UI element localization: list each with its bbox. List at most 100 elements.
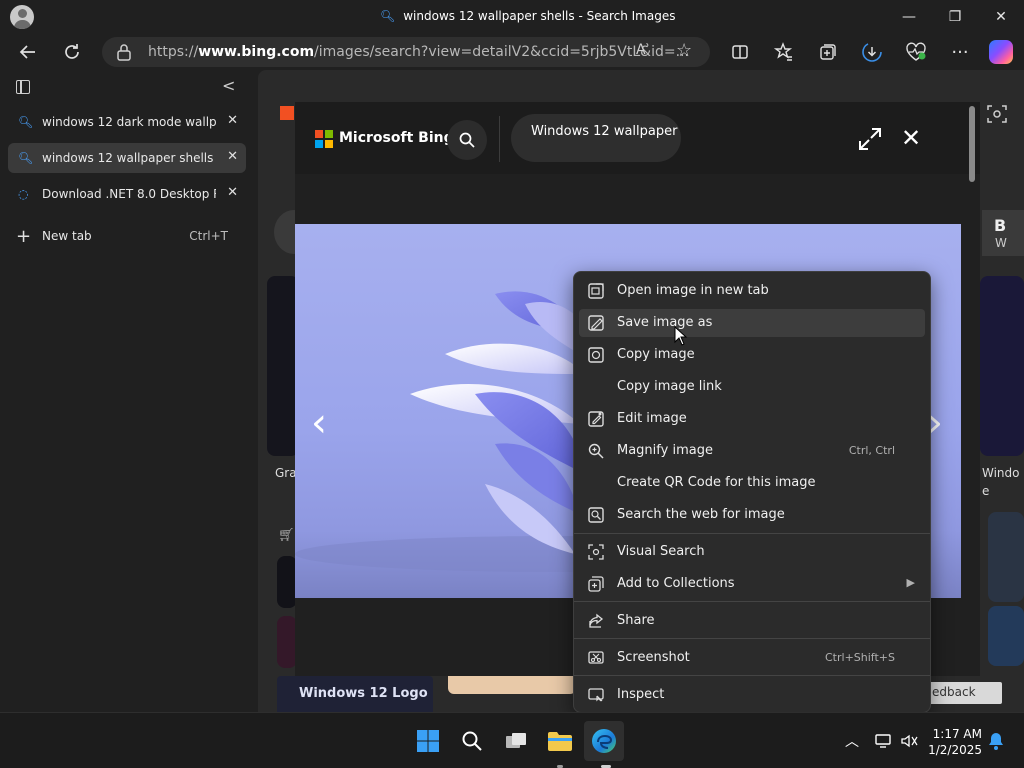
taskbar-search-button[interactable] (452, 721, 492, 761)
image-context-menu: Open image in new tab Save image as Copy… (573, 271, 931, 713)
downloads-icon[interactable] (858, 38, 886, 66)
open-new-tab-icon (588, 283, 604, 299)
overlay-scrollbar[interactable] (969, 106, 975, 182)
task-view-icon (506, 733, 526, 748)
url-text[interactable]: https://www.bing.com/images/search?view=… (148, 44, 689, 60)
edge-logo-icon (592, 729, 616, 753)
menu-separator (574, 601, 930, 602)
more-options-icon[interactable]: ··· (946, 38, 974, 66)
menu-item-edit-image[interactable]: Edit image (579, 405, 925, 433)
refresh-icon[interactable] (58, 38, 86, 66)
notifications-bell-icon[interactable] (978, 721, 1014, 761)
split-screen-icon[interactable] (726, 38, 754, 66)
tab-item[interactable]: 🔍︎ windows 12 dark mode wallpaper ✕ (8, 107, 246, 137)
result-thumbnail[interactable] (277, 616, 297, 668)
feedback-button[interactable]: edback (928, 682, 1002, 704)
tab-actions-icon[interactable] (16, 80, 30, 94)
task-view-button[interactable] (496, 721, 536, 761)
copy-image-icon (588, 347, 604, 363)
menu-item-magnify-image[interactable]: Magnify image Ctrl, Ctrl (579, 437, 925, 465)
back-arrow-icon[interactable] (14, 38, 42, 66)
search-icon (462, 731, 482, 751)
close-window-button[interactable]: ✕ (981, 4, 1021, 30)
menu-separator (574, 638, 930, 639)
menu-item-copy-image-link[interactable]: Copy image link (579, 373, 925, 401)
new-tab-button[interactable]: + New tab Ctrl+T (16, 226, 238, 247)
loading-icon: ◌ (18, 187, 29, 201)
window-title: 🔍︎ windows 12 wallpaper shells - Search … (380, 9, 676, 23)
folder-icon (548, 732, 572, 751)
result-caption[interactable]: Windo e (982, 464, 1020, 500)
menu-item-inspect[interactable]: Inspect (579, 681, 925, 709)
favorite-star-icon[interactable]: ☆ (676, 40, 692, 61)
menu-item-screenshot[interactable]: Screenshot Ctrl+Shift+S (579, 644, 925, 672)
minimize-button[interactable]: — (889, 4, 929, 30)
copilot-icon[interactable] (989, 40, 1013, 64)
read-aloud-icon[interactable]: Aʾ (636, 42, 650, 58)
result-thumbnail[interactable] (980, 276, 1024, 456)
overlay-header: Microsoft Bing Windows 12 wallpaper ✕ (295, 102, 980, 174)
previous-image-icon[interactable]: ‹ (311, 400, 327, 446)
search-favicon-icon: 🔍︎ (380, 9, 396, 23)
result-thumbnail[interactable] (277, 556, 297, 608)
menu-item-create-qr-code[interactable]: Create QR Code for this image (579, 469, 925, 497)
tab-label: windows 12 wallpaper shells - Se (42, 151, 216, 165)
close-tab-icon[interactable]: ✕ (227, 185, 238, 200)
chevron-up-icon: ︿ (845, 734, 859, 750)
windows-logo-icon (417, 730, 439, 752)
result-thumbnail[interactable] (988, 512, 1024, 602)
microsoft-logo-icon (315, 130, 333, 148)
search-web-icon (588, 507, 604, 523)
taskbar: ︿ 1:17 AM 1/2/2025 (0, 712, 1024, 768)
browser-toolbar: https://www.bing.com/images/search?view=… (0, 34, 1024, 70)
tab-label: Download .NET 8.0 Desktop Runti (42, 187, 216, 201)
volume-icon[interactable] (892, 721, 926, 761)
menu-item-share[interactable]: Share (579, 607, 925, 635)
divider (499, 116, 500, 162)
search-favicon-icon: 🔍︎ (18, 115, 34, 129)
file-explorer-button[interactable] (540, 721, 580, 761)
menu-item-visual-search[interactable]: Visual Search (579, 538, 925, 566)
favorites-icon[interactable] (770, 38, 798, 66)
search-favicon-icon: 🔍︎ (18, 151, 34, 165)
browser-essentials-icon[interactable] (902, 38, 930, 66)
menu-separator (574, 675, 930, 676)
close-tab-icon[interactable]: ✕ (227, 149, 238, 164)
menu-item-open-in-new-tab[interactable]: Open image in new tab (579, 277, 925, 305)
collapse-sidebar-icon[interactable]: < (222, 76, 235, 95)
brand-name[interactable]: Microsoft Bing (339, 130, 454, 146)
lock-icon[interactable] (116, 43, 132, 61)
overlay-search-button[interactable] (447, 120, 487, 160)
collections-icon (588, 576, 604, 592)
submenu-arrow-icon: ▶ (906, 576, 915, 589)
system-clock[interactable]: 1:17 AM 1/2/2025 (928, 726, 982, 758)
result-caption[interactable]: Gra (275, 466, 297, 480)
menu-separator (574, 533, 930, 534)
screenshot-icon (588, 651, 604, 664)
menu-item-copy-image[interactable]: Copy image (579, 341, 925, 369)
share-icon (589, 613, 604, 628)
close-overlay-icon[interactable]: ✕ (901, 124, 921, 152)
menu-item-add-to-collections[interactable]: Add to Collections ▶ (579, 570, 925, 598)
collections-icon[interactable] (814, 38, 842, 66)
edge-taskbar-button[interactable] (584, 721, 624, 761)
vertical-tabs-sidebar: < 🔍︎ windows 12 dark mode wallpaper ✕ 🔍︎… (0, 70, 256, 712)
address-bar[interactable]: https://www.bing.com/images/search?view=… (102, 37, 710, 67)
menu-item-search-web-for-image[interactable]: Search the web for image (579, 501, 925, 529)
category-tile[interactable]: B W (982, 210, 1024, 256)
save-image-icon (588, 315, 604, 331)
result-card[interactable]: Windows 12 Logo (277, 676, 433, 712)
expand-icon[interactable] (857, 126, 883, 152)
restore-button[interactable]: ❐ (935, 4, 975, 30)
visual-search-camera-icon[interactable] (985, 102, 1015, 132)
inspect-icon (588, 688, 604, 702)
start-button[interactable] (408, 721, 448, 761)
tab-item-active[interactable]: 🔍︎ windows 12 wallpaper shells - Se ✕ (8, 143, 246, 173)
profile-avatar-icon[interactable] (10, 5, 34, 29)
result-card[interactable] (448, 676, 576, 694)
menu-item-save-image-as[interactable]: Save image as (579, 309, 925, 337)
tab-item[interactable]: ◌ Download .NET 8.0 Desktop Runti ✕ (8, 179, 246, 209)
close-tab-icon[interactable]: ✕ (227, 113, 238, 128)
query-pill[interactable]: Windows 12 wallpaper (511, 114, 681, 162)
result-thumbnail[interactable] (988, 606, 1024, 666)
